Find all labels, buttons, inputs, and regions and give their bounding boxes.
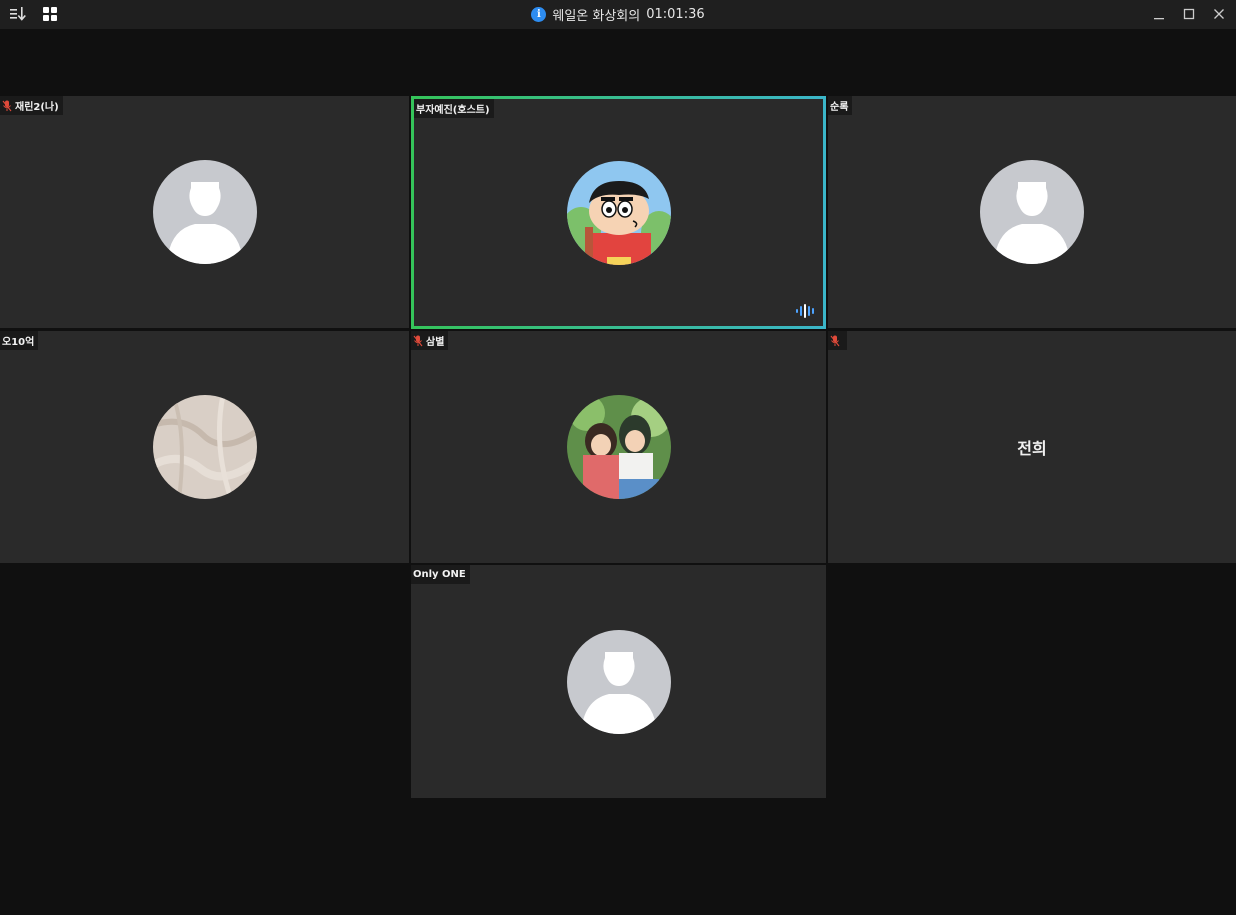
default-avatar [980, 160, 1084, 264]
audio-level-icon [796, 304, 814, 318]
participant-tile-active-speaker[interactable]: 부자예진(호스트) [411, 96, 826, 329]
participant-name-tag: Only ONE [411, 565, 470, 584]
participant-name: 삼별 [426, 337, 445, 348]
mic-off-icon [413, 335, 423, 346]
participant-name-tag: 삼별 [411, 331, 449, 350]
participant-name: 순록 [830, 102, 849, 113]
info-icon[interactable]: i [531, 7, 547, 22]
meeting-timer: 01:01:36 [646, 7, 705, 22]
participant-name: Only ONE [413, 569, 466, 580]
mic-off-icon [830, 335, 840, 346]
default-avatar [152, 160, 257, 264]
participant-name-tag [828, 331, 847, 350]
participant-name-tag: 재린2(나) [0, 96, 63, 115]
close-icon[interactable] [1208, 4, 1230, 24]
participant-name-tag: 순록 [828, 96, 853, 115]
participant-center-name: 전희 [1017, 439, 1047, 458]
title-bar: i 웨일온 화상회의 01:01:36 [0, 0, 1236, 29]
meeting-title: 웨일온 화상회의 [552, 9, 641, 24]
participant-tile[interactable]: 순록 [828, 96, 1236, 328]
participant-tile[interactable]: Only ONE [411, 565, 826, 798]
participant-tile[interactable]: 오10억 [0, 331, 409, 563]
participant-name-tag: 부자예진(호스트) [414, 99, 494, 118]
fabric-photo-avatar [152, 395, 257, 499]
default-avatar [566, 629, 671, 734]
participant-tile[interactable]: 재린2(나) [0, 96, 409, 328]
participant-tile[interactable]: 삼별 [411, 331, 826, 563]
mic-off-icon [2, 100, 12, 111]
window-title: i 웨일온 화상회의 01:01:36 [0, 0, 1236, 29]
maximize-icon[interactable] [1178, 4, 1200, 24]
participant-name: 부자예진(호스트) [416, 105, 490, 116]
participant-name: 오10억 [2, 337, 35, 348]
participant-name-tag: 오10억 [0, 331, 39, 350]
anime-girls-avatar [566, 395, 671, 499]
minimize-icon[interactable] [1148, 4, 1170, 24]
cartoon-boy-avatar [566, 160, 671, 265]
participant-name: 재린2(나) [15, 102, 59, 113]
participant-tile[interactable]: 전희 [828, 331, 1236, 563]
